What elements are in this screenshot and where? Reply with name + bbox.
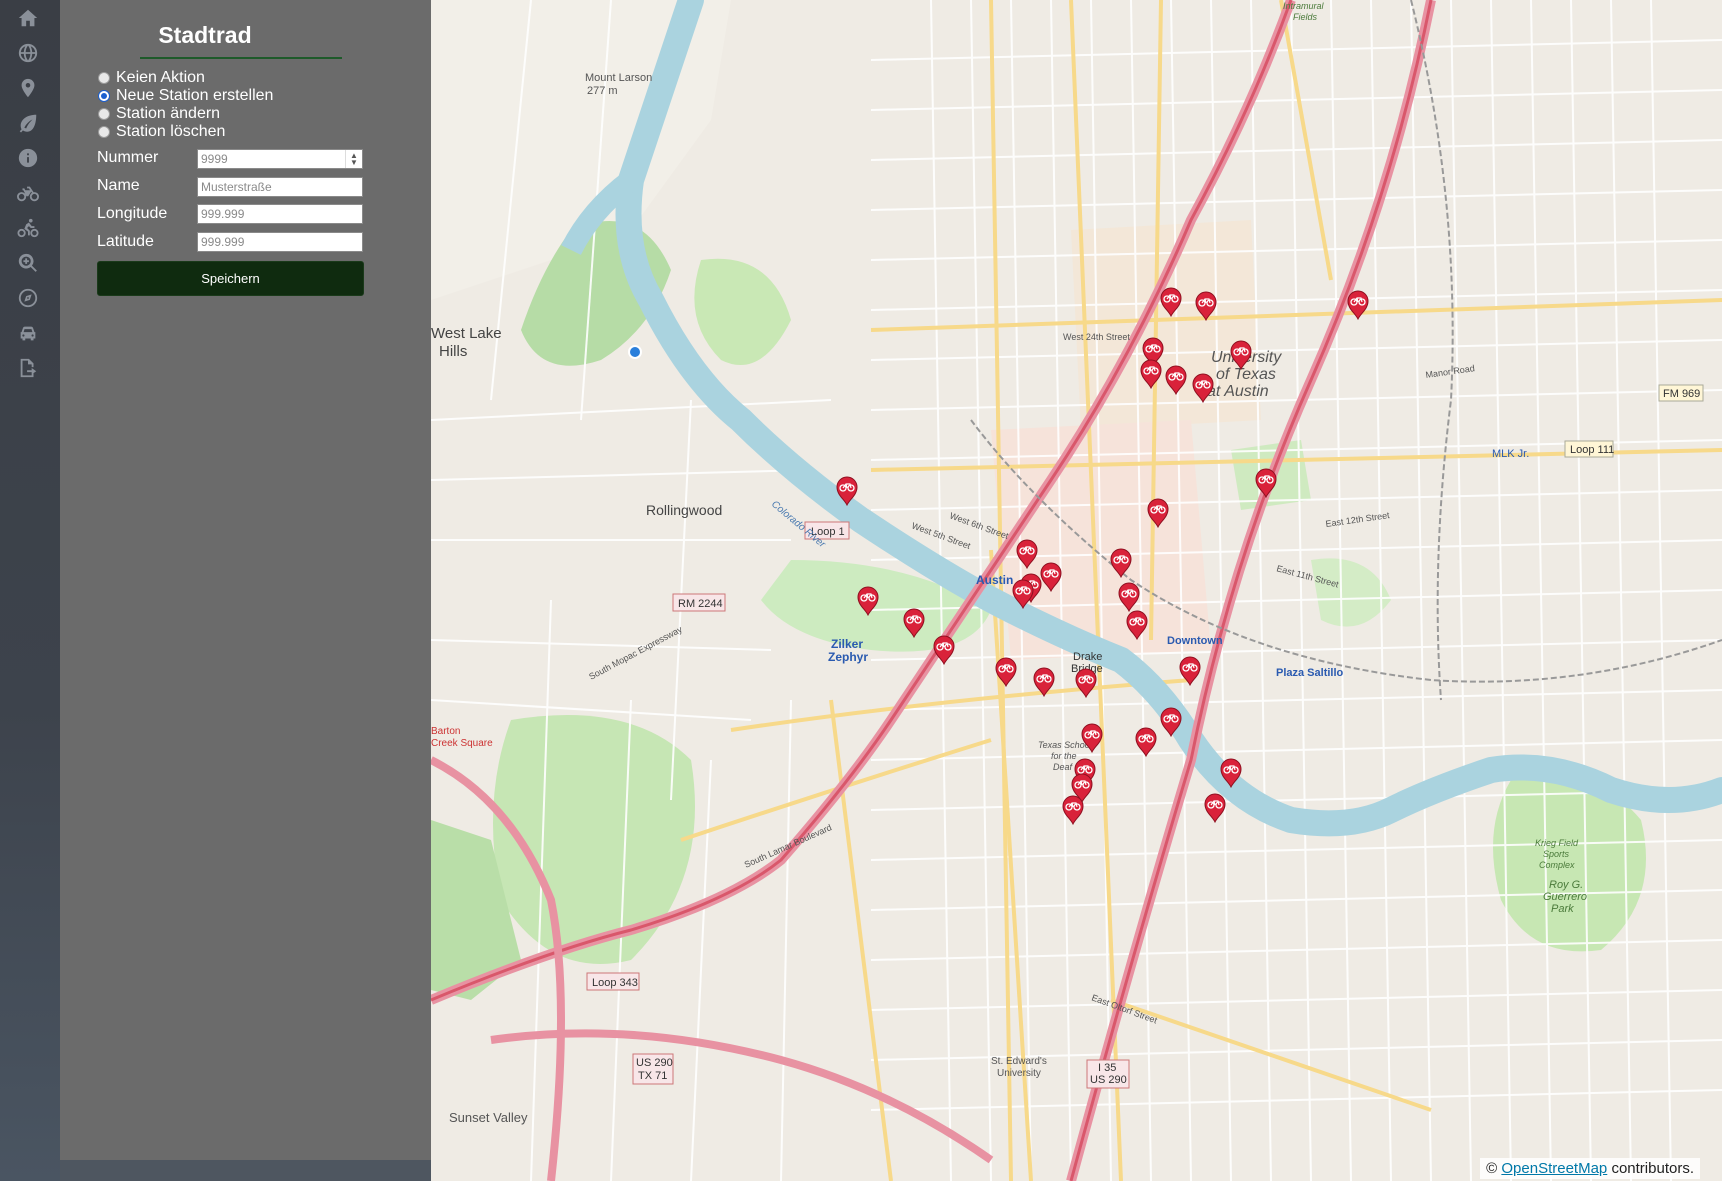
radio-button-checked[interactable] bbox=[98, 90, 110, 102]
label-west-lake-hills-1: West Lake bbox=[431, 325, 502, 342]
nummer-spinner[interactable]: ▲ ▼ bbox=[345, 150, 362, 168]
icon-sidebar bbox=[0, 0, 60, 1181]
label-rm2244: RM 2244 bbox=[678, 598, 723, 610]
label-fm969: FM 969 bbox=[1663, 388, 1700, 400]
label-i35-1: I 35 bbox=[1098, 1062, 1116, 1074]
label-st-edwards-2: University bbox=[997, 1068, 1041, 1079]
label-krieg-2: Sports bbox=[1543, 849, 1570, 859]
map-attribution: © OpenStreetMap contributors. bbox=[1480, 1158, 1700, 1179]
current-location-dot bbox=[628, 345, 642, 359]
label-west-24th: West 24th Street bbox=[1063, 332, 1130, 342]
label-st-edwards-1: St. Edward's bbox=[991, 1056, 1047, 1067]
home-icon[interactable] bbox=[14, 4, 42, 32]
map-pin-icon[interactable] bbox=[14, 74, 42, 102]
label-roy-g-1: Roy G. bbox=[1549, 879, 1583, 891]
label-zilker-2: Zephyr bbox=[828, 650, 868, 664]
label-roy-g-2: Guerrero bbox=[1543, 891, 1587, 903]
label-intramural-1: Intramural bbox=[1283, 1, 1325, 11]
label-sunset-valley: Sunset Valley bbox=[449, 1110, 528, 1125]
radio-button[interactable] bbox=[98, 108, 110, 120]
map-canvas[interactable]: Mount Larson 277 m West Lake Hills Rolli… bbox=[431, 0, 1722, 1181]
map-view[interactable]: Mount Larson 277 m West Lake Hills Rolli… bbox=[431, 0, 1722, 1181]
label-mlk: MLK Jr. bbox=[1492, 448, 1529, 460]
save-button[interactable]: Speichern bbox=[97, 261, 364, 296]
label-zilker-1: Zilker bbox=[831, 637, 863, 651]
label-mount-larson: Mount Larson bbox=[585, 72, 652, 84]
radio-label-create-station: Neue Station erstellen bbox=[116, 87, 274, 104]
radio-label-edit-station: Station ändern bbox=[116, 105, 221, 122]
radio-create-station[interactable]: Neue Station erstellen bbox=[98, 87, 273, 105]
label-barton-1: Barton bbox=[431, 726, 460, 737]
car-icon[interactable] bbox=[14, 319, 42, 347]
label-west-lake-hills-2: Hills bbox=[439, 343, 467, 360]
radio-button[interactable] bbox=[98, 72, 110, 84]
radio-button[interactable] bbox=[98, 126, 110, 138]
nummer-field[interactable] bbox=[197, 149, 363, 169]
label-us290-2: TX 71 bbox=[638, 1070, 667, 1082]
label-krieg-3: Complex bbox=[1539, 860, 1575, 870]
nummer-label: Nummer bbox=[97, 149, 159, 166]
panel-footer-strip bbox=[60, 1160, 431, 1181]
attribution-suffix: contributors. bbox=[1611, 1160, 1694, 1177]
name-field[interactable] bbox=[197, 177, 363, 197]
label-plaza-saltillo: Plaza Saltillo bbox=[1276, 667, 1344, 679]
name-label: Name bbox=[97, 177, 140, 194]
export-icon[interactable] bbox=[14, 354, 42, 382]
zoom-search-icon[interactable] bbox=[14, 249, 42, 277]
label-downtown: Downtown bbox=[1167, 635, 1223, 647]
info-icon[interactable] bbox=[14, 144, 42, 172]
latitude-label: Latitude bbox=[97, 233, 154, 250]
label-drake-1: Drake bbox=[1073, 651, 1102, 663]
label-university-3: at Austin bbox=[1207, 383, 1269, 400]
label-rollingwood: Rollingwood bbox=[646, 502, 722, 518]
openstreetmap-link[interactable]: OpenStreetMap bbox=[1501, 1160, 1607, 1177]
control-panel: Stadtrad Keien Aktion Neue Station erste… bbox=[60, 0, 431, 1160]
longitude-field[interactable] bbox=[197, 204, 363, 224]
spinner-down-icon[interactable]: ▼ bbox=[350, 159, 358, 167]
bicycle-icon[interactable] bbox=[14, 179, 42, 207]
globe-icon[interactable] bbox=[14, 39, 42, 67]
radio-delete-station[interactable]: Station löschen bbox=[98, 123, 225, 141]
attribution-prefix: © bbox=[1486, 1160, 1498, 1177]
label-mount-larson-elev: 277 m bbox=[587, 85, 618, 97]
label-texas-school-2: for the bbox=[1051, 751, 1077, 761]
radio-no-action[interactable]: Keien Aktion bbox=[98, 69, 205, 87]
label-krieg-1: Krieg Field bbox=[1535, 838, 1579, 848]
label-us290-1: US 290 bbox=[636, 1057, 673, 1069]
label-austin: Austin bbox=[976, 573, 1013, 587]
radio-label-no-action: Keien Aktion bbox=[116, 69, 205, 86]
compass-icon[interactable] bbox=[14, 284, 42, 312]
label-texas-school-3: Deaf bbox=[1053, 762, 1074, 772]
label-i35-2: US 290 bbox=[1090, 1074, 1127, 1086]
latitude-field[interactable] bbox=[197, 232, 363, 252]
cyclist-icon[interactable] bbox=[14, 214, 42, 242]
label-barton-2: Creek Square bbox=[431, 738, 493, 749]
leaf-icon[interactable] bbox=[14, 109, 42, 137]
label-roy-g-3: Park bbox=[1551, 903, 1574, 915]
label-loop111: Loop 111 bbox=[1570, 444, 1614, 456]
longitude-label: Longitude bbox=[97, 205, 168, 222]
radio-edit-station[interactable]: Station ändern bbox=[98, 105, 220, 123]
panel-title: Stadtrad bbox=[158, 22, 252, 48]
label-intramural-2: Fields bbox=[1293, 12, 1318, 22]
title-underline bbox=[140, 57, 342, 59]
label-loop343: Loop 343 bbox=[592, 977, 638, 989]
label-university-2: of Texas bbox=[1216, 366, 1276, 383]
radio-label-delete-station: Station löschen bbox=[116, 123, 226, 140]
app-window: Stadtrad Keien Aktion Neue Station erste… bbox=[0, 0, 1722, 1181]
